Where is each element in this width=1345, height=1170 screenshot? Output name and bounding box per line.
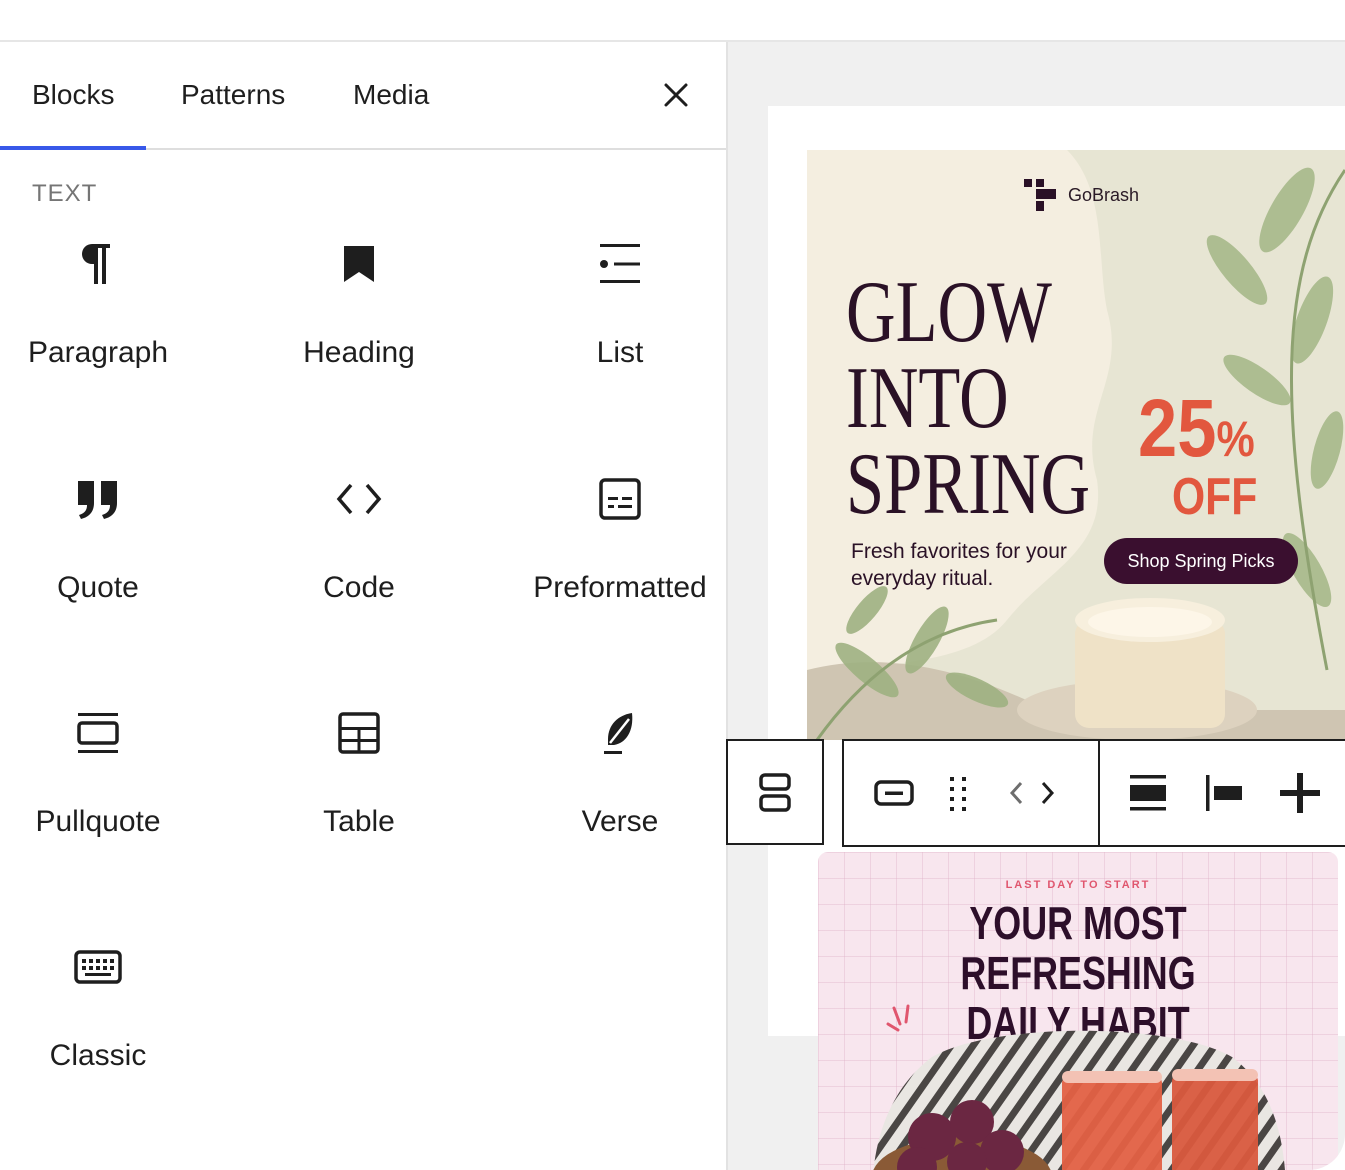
- banner-headline: GLOW INTO SPRING: [846, 264, 1091, 533]
- banner2-photo: [873, 1030, 1285, 1170]
- brand-name: GoBrash: [1068, 184, 1140, 205]
- block-toolbar: [842, 739, 1345, 847]
- quote-icon: [78, 481, 117, 519]
- block-label: Classic: [49, 1039, 147, 1072]
- move-arrows-icon[interactable]: [1008, 769, 1056, 817]
- gobrash-logo-icon: [1024, 179, 1056, 211]
- code-icon: [336, 483, 382, 515]
- block-heading[interactable]: Heading: [239, 240, 479, 420]
- block-label: Verse: [581, 805, 659, 838]
- banner2-title-line: YOUR MOST REFRESHING: [960, 897, 1196, 999]
- app-window: Blocks Patterns Media TEXT Paragraph Hea…: [0, 0, 1345, 1170]
- inserter-tabs: Blocks Patterns Media: [0, 42, 726, 150]
- drag-handle-icon[interactable]: [934, 769, 982, 817]
- list-icon: [600, 244, 640, 283]
- tab-patterns[interactable]: Patterns: [149, 42, 317, 148]
- tab-media[interactable]: Media: [321, 42, 461, 148]
- block-label: Preformatted: [533, 571, 707, 604]
- preformatted-icon: [599, 478, 641, 520]
- block-icon[interactable]: [870, 769, 918, 817]
- block-label: Code: [323, 571, 395, 604]
- close-icon: [664, 83, 688, 107]
- block-label: Paragraph: [27, 336, 169, 369]
- block-code[interactable]: Code: [239, 475, 479, 655]
- discount-value: 25: [1138, 383, 1217, 474]
- image-block-daily-habit-banner[interactable]: LAST DAY TO START YOUR MOST REFRESHING D…: [818, 852, 1338, 1170]
- block-verse[interactable]: Verse: [500, 709, 740, 889]
- block-label: Table: [323, 805, 395, 838]
- block-classic[interactable]: Classic: [0, 943, 218, 1123]
- block-inserter-panel: Blocks Patterns Media TEXT Paragraph Hea…: [0, 42, 728, 1170]
- headline-line: GLOW: [846, 264, 1052, 361]
- banner2-title: YOUR MOST REFRESHING DAILY HABIT: [875, 898, 1281, 1048]
- headline-line: INTO: [846, 350, 1009, 447]
- block-label: Heading: [303, 336, 415, 369]
- block-label: List: [596, 336, 644, 369]
- block-type-group-icon: [759, 773, 791, 812]
- block-parent-selector[interactable]: [726, 739, 824, 845]
- sparkle-lines-icon: [886, 1004, 910, 1032]
- add-icon[interactable]: [1276, 769, 1324, 817]
- block-preformatted[interactable]: Preformatted: [500, 475, 740, 655]
- block-label: Quote: [57, 571, 139, 604]
- paragraph-icon: [82, 244, 110, 284]
- discount-percent: 25%: [1138, 388, 1255, 480]
- justify-left-icon[interactable]: [1200, 769, 1248, 817]
- block-paragraph[interactable]: Paragraph: [0, 240, 218, 420]
- tab-blocks[interactable]: Blocks: [0, 42, 147, 150]
- pullquote-icon: [77, 713, 119, 753]
- close-inserter-button[interactable]: [650, 69, 702, 121]
- shop-spring-picks-button[interactable]: Shop Spring Picks: [1104, 538, 1298, 584]
- brand-logo: GoBrash: [1024, 176, 1139, 214]
- discount-off: OFF: [1172, 468, 1258, 526]
- verse-feather-icon: [604, 713, 633, 754]
- block-list[interactable]: List: [500, 240, 740, 420]
- keyboard-icon: [74, 950, 122, 984]
- table-icon: [338, 712, 380, 754]
- block-quote[interactable]: Quote: [0, 475, 218, 655]
- heading-bookmark-icon: [344, 246, 374, 282]
- block-table[interactable]: Table: [239, 709, 479, 889]
- toolbar-divider: [1098, 741, 1100, 845]
- section-title-text: TEXT: [32, 180, 98, 207]
- headline-line: SPRING: [846, 436, 1091, 533]
- block-label: Pullquote: [35, 805, 161, 838]
- align-wide-icon[interactable]: [1124, 769, 1172, 817]
- top-bar: [0, 0, 1345, 42]
- banner2-eyebrow: LAST DAY TO START: [1005, 879, 1151, 891]
- discount-unit: %: [1216, 411, 1255, 467]
- banner-subtext: Fresh favorites for your everyday ritual…: [851, 540, 1067, 590]
- block-pullquote[interactable]: Pullquote: [0, 709, 218, 889]
